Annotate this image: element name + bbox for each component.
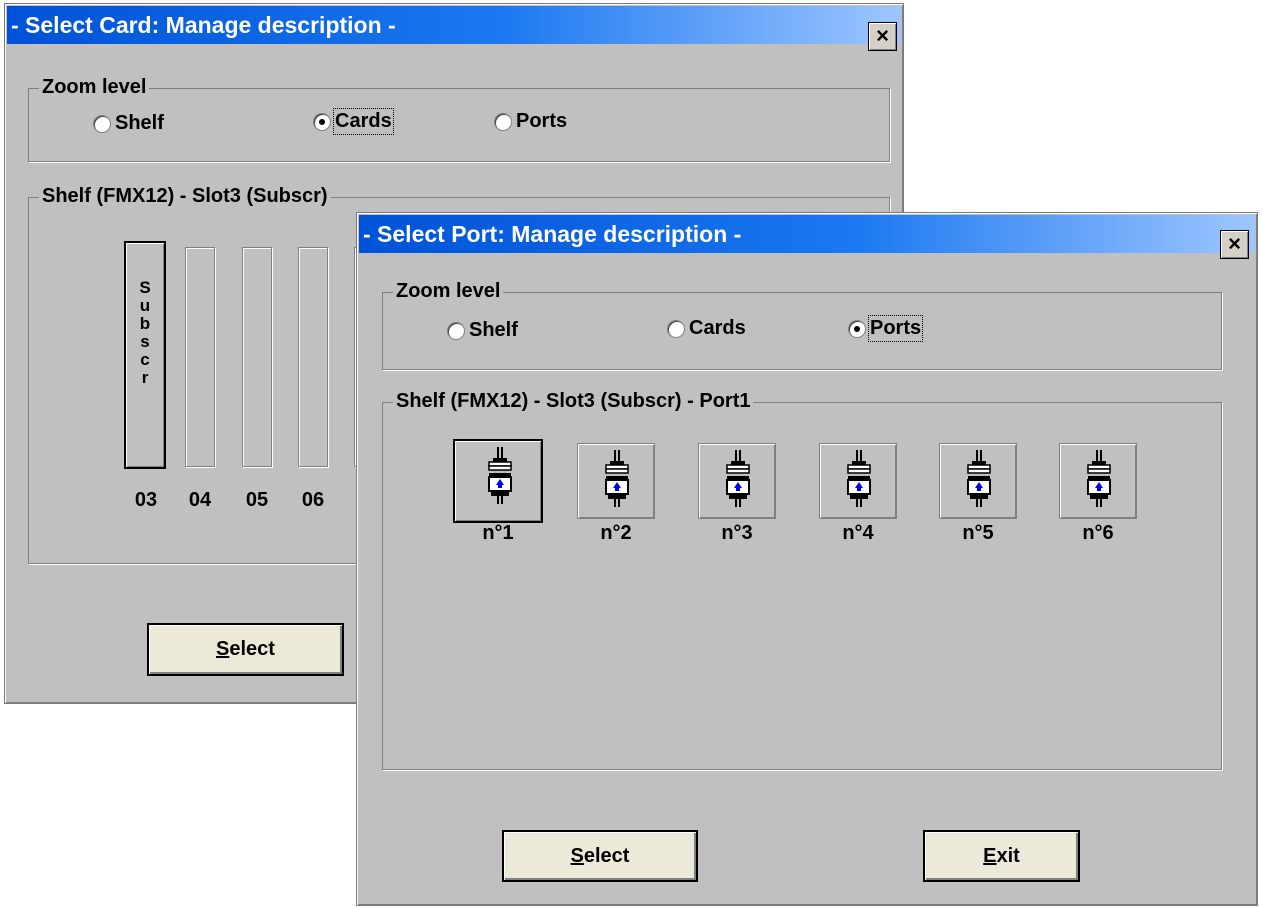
connector-icon [487,447,513,516]
shelf-group-label: Shelf (FMX12) - Slot3 (Subscr) - Port1 [393,390,754,412]
zoom-level-label: Zoom level [393,280,504,302]
connector-icon [725,450,751,519]
slot-number: 06 [301,489,325,511]
title-bar[interactable]: - Select Card: Manage description - [7,6,901,44]
zoom-level-group: Zoom level Shelf Cards Ports [382,280,1222,370]
slot-number: 03 [134,489,158,511]
port-button-3[interactable] [698,443,776,519]
port-button-1[interactable] [453,439,543,523]
radio-shelf-dot [447,321,465,340]
close-button[interactable]: × [1220,230,1249,259]
shelf-group-label: Shelf (FMX12) - Slot3 (Subscr) [39,185,331,207]
radio-ports-dot [494,112,512,131]
card-slot-03[interactable]: S u b s c r [124,241,166,469]
exit-button[interactable]: Exit [923,830,1080,882]
slot-number: 04 [188,489,212,511]
slot-number: 05 [245,489,269,511]
slot-card-name: S u b s c r [139,278,151,387]
port-label: n°5 [962,522,994,544]
title-bar[interactable]: - Select Port: Manage description - [359,215,1255,253]
port-label: n°3 [721,522,753,544]
select-button[interactable]: Select [502,830,698,882]
select-label: elect [583,844,630,867]
zoom-level-label: Zoom level [39,76,150,98]
zoom-radio-cards[interactable]: Cards [667,317,746,340]
port-button-6[interactable] [1059,443,1137,519]
close-button[interactable]: × [868,22,897,51]
port-label: n°4 [842,522,874,544]
port-label: n°2 [600,522,632,544]
select-label: elect [229,638,275,660]
card-slot-05[interactable] [242,247,272,467]
window-title: - Select Port: Manage description - [363,221,742,247]
port-label: n°1 [482,522,514,544]
connector-icon [966,450,992,519]
port-button-4[interactable] [819,443,897,519]
radio-shelf-dot [93,114,111,133]
card-slot-06[interactable] [298,247,328,467]
radio-cards-dot [667,319,685,338]
select-mnemonic: S [216,638,230,660]
zoom-radio-ports[interactable]: Ports [494,110,567,133]
select-mnemonic: S [570,844,584,867]
card-slot-04[interactable] [185,247,215,467]
select-button[interactable]: Select [147,623,344,676]
connector-icon [604,450,630,519]
exit-mnemonic: E [983,844,997,867]
port-button-2[interactable] [577,443,655,519]
port-button-5[interactable] [939,443,1017,519]
zoom-level-group: Zoom level Shelf Cards Ports [28,76,890,162]
zoom-radio-shelf[interactable]: Shelf [93,112,164,135]
exit-label: xit [996,844,1020,867]
connector-icon [1086,450,1112,519]
zoom-radio-shelf[interactable]: Shelf [447,319,518,342]
window-title: - Select Card: Manage description - [11,12,396,38]
zoom-radio-ports[interactable]: Ports [848,315,924,342]
radio-ports-dot [848,319,866,338]
select-port-window: - Select Port: Manage description - × Zo… [356,212,1258,906]
port-label: n°6 [1082,522,1114,544]
connector-icon [846,450,872,519]
port-shelf-group: Shelf (FMX12) - Slot3 (Subscr) - Port1 n… [382,390,1222,770]
zoom-radio-cards[interactable]: Cards [313,108,394,135]
radio-cards-dot [313,112,331,131]
